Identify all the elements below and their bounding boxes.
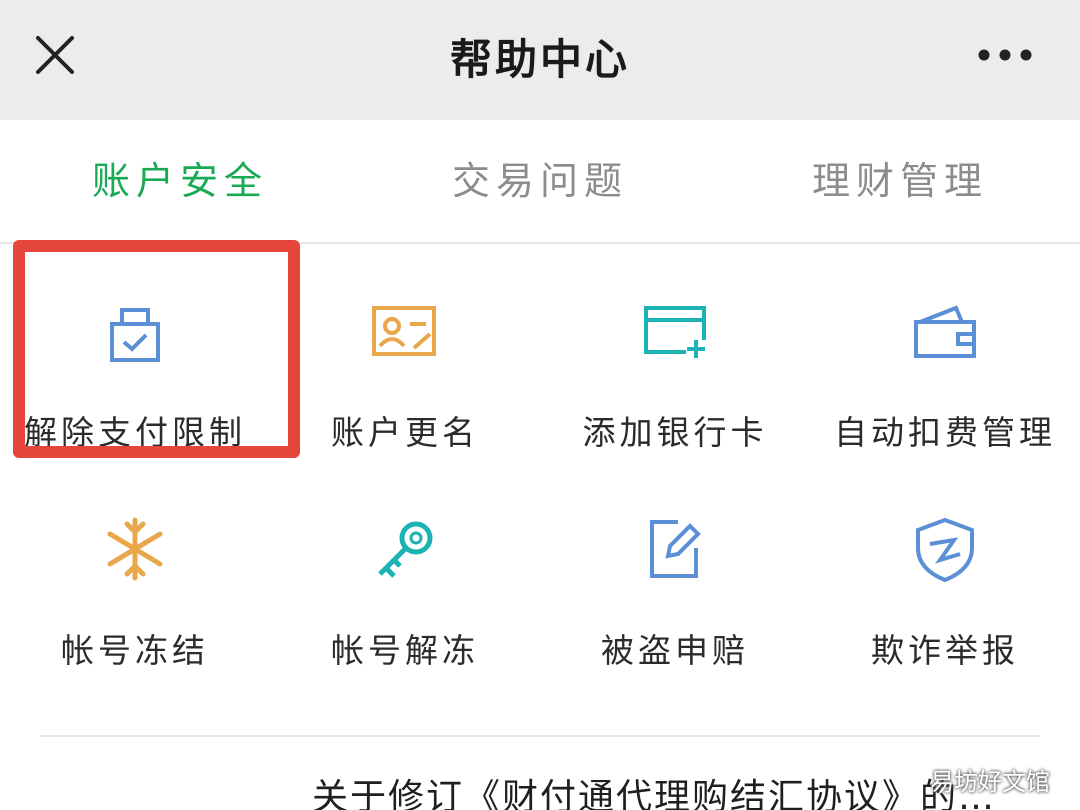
grid-item-label: 帐号冻结 [61, 631, 209, 670]
close-icon[interactable] [30, 30, 80, 80]
grid-item-label: 欺诈举报 [871, 631, 1019, 670]
category-tabs: 账户安全 交易问题 理财管理 [0, 120, 1080, 244]
grid-item-add-bank-card[interactable]: 添加银行卡 [540, 246, 810, 466]
page-title: 帮助中心 [449, 35, 630, 84]
shield-icon [916, 517, 974, 583]
id-card-icon [372, 306, 436, 356]
snowflake-icon [107, 517, 163, 581]
grid-item-label: 帐号解冻 [331, 631, 479, 670]
grid-item-label: 添加银行卡 [582, 413, 768, 452]
grid-item-auto-debit[interactable]: 自动扣费管理 [810, 246, 1080, 466]
more-icon[interactable] [970, 40, 1040, 70]
wallet-icon [914, 305, 976, 358]
grid-item-label: 被盗申赔 [601, 631, 749, 670]
grid-item-theft-claim[interactable]: 被盗申赔 [540, 464, 810, 684]
nav-bar: 帮助中心 [0, 0, 1080, 120]
add-card-icon [644, 306, 706, 358]
grid-item-label: 自动扣费管理 [834, 413, 1056, 452]
tab-transaction-issues[interactable]: 交易问题 [420, 120, 660, 242]
grid-item-rename-account[interactable]: 账户更名 [270, 246, 540, 466]
key-icon [378, 521, 433, 578]
edit-document-icon [650, 520, 701, 578]
divider [40, 735, 1040, 737]
highlight-annotation [13, 240, 300, 458]
tab-account-security[interactable]: 账户安全 [60, 120, 300, 242]
notice-link[interactable]: 关于修订《财付通代理购结汇协议》的… [312, 768, 1032, 810]
grid-item-freeze-account[interactable]: 帐号冻结 [0, 464, 270, 684]
grid-item-label: 账户更名 [331, 413, 479, 452]
grid-item-unfreeze-account[interactable]: 帐号解冻 [270, 464, 540, 684]
tab-wealth-management[interactable]: 理财管理 [780, 120, 1020, 242]
grid-item-fraud-report[interactable]: 欺诈举报 [810, 464, 1080, 684]
watermark: 易坊好文馆 [930, 768, 1050, 796]
